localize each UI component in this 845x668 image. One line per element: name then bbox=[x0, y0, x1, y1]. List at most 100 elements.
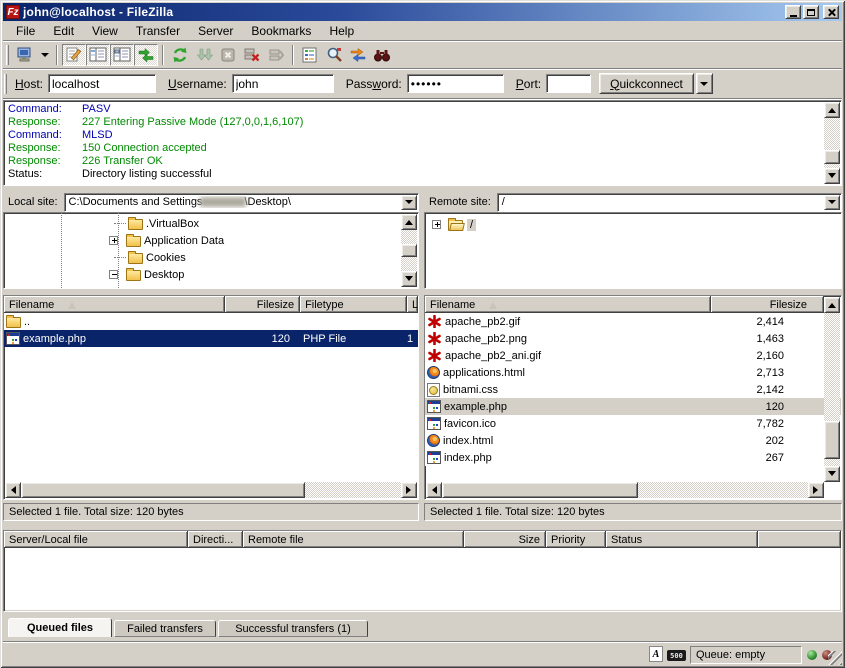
column-server-local-file[interactable]: Server/Local file bbox=[4, 531, 188, 548]
tree-item-application-data[interactable]: Application Data bbox=[4, 232, 418, 249]
local-file-list[interactable]: Filename Filesize Filetype L .. example.… bbox=[3, 295, 419, 500]
column-priority[interactable]: Priority bbox=[546, 531, 606, 548]
reconnect-button[interactable] bbox=[264, 44, 288, 66]
tree-item-cookies[interactable]: Cookies bbox=[4, 249, 418, 266]
disconnect-button[interactable] bbox=[240, 44, 264, 66]
tree-item-desktop[interactable]: Desktop bbox=[4, 266, 418, 283]
menu-help[interactable]: Help bbox=[320, 22, 363, 40]
file-row[interactable]: applications.html 2,713 bbox=[425, 364, 841, 381]
menu-file[interactable]: File bbox=[7, 22, 44, 40]
column-last-modified[interactable]: L bbox=[407, 296, 418, 313]
toggle-remote-tree-button[interactable] bbox=[110, 44, 134, 66]
column-size[interactable]: Size bbox=[464, 531, 546, 548]
file-row[interactable]: apache_pb2_ani.gif 2,160 bbox=[425, 347, 841, 364]
refresh-button[interactable] bbox=[168, 44, 192, 66]
remote-tree[interactable]: / bbox=[424, 212, 842, 289]
column-status[interactable]: Status bbox=[606, 531, 758, 548]
remote-file-list[interactable]: Filename Filesize apache_pb2.gif 2,414 a… bbox=[424, 295, 842, 500]
local-tree[interactable]: .VirtualBox Application Data Cookies Des… bbox=[3, 212, 419, 289]
quickconnect-dropdown-button[interactable] bbox=[696, 73, 713, 94]
scroll-right-button[interactable] bbox=[401, 482, 417, 498]
menu-edit[interactable]: Edit bbox=[44, 22, 83, 40]
scroll-up-button[interactable] bbox=[824, 297, 840, 313]
scrollbar-thumb[interactable] bbox=[21, 482, 305, 498]
maximize-button[interactable] bbox=[803, 5, 819, 19]
column-filename[interactable]: Filename bbox=[4, 296, 225, 313]
local-hscrollbar[interactable] bbox=[5, 482, 417, 498]
menu-bookmarks[interactable]: Bookmarks bbox=[242, 22, 320, 40]
column-filesize[interactable]: Filesize bbox=[225, 296, 300, 313]
scrollbar-thumb[interactable] bbox=[824, 421, 840, 459]
transfer-queue[interactable]: Server/Local file Directi... Remote file… bbox=[3, 530, 842, 612]
scroll-left-button[interactable] bbox=[5, 482, 21, 498]
host-input[interactable] bbox=[48, 74, 156, 93]
scroll-up-button[interactable] bbox=[401, 214, 417, 230]
remote-hscrollbar[interactable] bbox=[426, 482, 824, 498]
tab-failed-transfers[interactable]: Failed transfers bbox=[114, 620, 216, 637]
local-site-combo[interactable]: C:\Documents and Settings\Desktop\ bbox=[64, 193, 419, 212]
password-input[interactable] bbox=[407, 74, 504, 93]
file-row[interactable]: apache_pb2.gif 2,414 bbox=[425, 313, 841, 330]
quickconnect-button[interactable]: Quickconnect bbox=[599, 73, 694, 94]
column-filetype[interactable]: Filetype bbox=[300, 296, 407, 313]
process-queue-button[interactable] bbox=[192, 44, 216, 66]
collapse-icon[interactable] bbox=[109, 270, 118, 279]
menu-view[interactable]: View bbox=[83, 22, 127, 40]
local-site-dropdown-button[interactable] bbox=[401, 195, 417, 210]
file-row-example-php[interactable]: example.php 120 PHP File 1 bbox=[4, 330, 418, 347]
column-direction[interactable]: Directi... bbox=[188, 531, 243, 548]
scroll-down-button[interactable] bbox=[824, 168, 840, 184]
resize-grip[interactable] bbox=[828, 651, 842, 665]
column-filename[interactable]: Filename bbox=[425, 296, 711, 313]
filter-button[interactable] bbox=[298, 44, 322, 66]
port-input[interactable] bbox=[546, 74, 591, 93]
log-scrollbar[interactable] bbox=[824, 102, 840, 184]
toggle-local-tree-button[interactable] bbox=[86, 44, 110, 66]
scroll-down-button[interactable] bbox=[401, 271, 417, 287]
data-type-indicator-icon[interactable]: A bbox=[649, 646, 663, 662]
remote-site-dropdown-button[interactable] bbox=[824, 195, 840, 210]
toolbar-grip[interactable] bbox=[6, 45, 9, 65]
file-row-parent-dir[interactable]: .. bbox=[4, 313, 418, 330]
file-row[interactable]: favicon.ico 7,782 bbox=[425, 415, 841, 432]
remote-site-combo[interactable]: / bbox=[497, 193, 842, 212]
scroll-up-button[interactable] bbox=[824, 102, 840, 118]
tab-queued-files[interactable]: Queued files bbox=[8, 618, 112, 637]
toggle-transfer-queue-button[interactable] bbox=[134, 44, 158, 66]
site-manager-button[interactable] bbox=[13, 44, 37, 66]
column-remote-file[interactable]: Remote file bbox=[243, 531, 464, 548]
expand-icon[interactable] bbox=[432, 220, 441, 229]
file-row[interactable]: apache_pb2.png 1,463 bbox=[425, 330, 841, 347]
synchronized-browsing-button[interactable] bbox=[346, 44, 370, 66]
minimize-button[interactable] bbox=[785, 5, 801, 19]
file-row[interactable]: index.html 202 bbox=[425, 432, 841, 449]
expand-icon[interactable] bbox=[109, 236, 118, 245]
speed-limit-indicator-icon[interactable]: 500 bbox=[667, 650, 686, 661]
username-input[interactable] bbox=[232, 74, 334, 93]
column-filesize[interactable]: Filesize bbox=[711, 296, 824, 313]
tree-item-root[interactable]: / bbox=[425, 216, 841, 233]
message-log[interactable]: Command:PASV Response:227 Entering Passi… bbox=[3, 100, 842, 186]
find-files-button[interactable] bbox=[370, 44, 394, 66]
scroll-down-button[interactable] bbox=[824, 466, 840, 482]
menu-transfer[interactable]: Transfer bbox=[127, 22, 189, 40]
cancel-button[interactable] bbox=[216, 44, 240, 66]
site-manager-dropdown-button[interactable] bbox=[37, 44, 52, 66]
local-tree-scrollbar[interactable] bbox=[401, 214, 417, 287]
queue-list[interactable] bbox=[5, 548, 840, 610]
menu-server[interactable]: Server bbox=[189, 22, 242, 40]
remote-vscrollbar[interactable] bbox=[824, 297, 840, 482]
close-button[interactable] bbox=[823, 5, 839, 19]
file-row[interactable]: bitnami.css 2,142 bbox=[425, 381, 841, 398]
scroll-left-button[interactable] bbox=[426, 482, 442, 498]
quickconnect-grip[interactable] bbox=[4, 74, 7, 94]
scrollbar-thumb[interactable] bbox=[824, 150, 840, 164]
tab-successful-transfers[interactable]: Successful transfers (1) bbox=[218, 620, 368, 637]
scroll-right-button[interactable] bbox=[808, 482, 824, 498]
directory-comparison-button[interactable] bbox=[322, 44, 346, 66]
toggle-message-log-button[interactable] bbox=[62, 44, 86, 66]
file-row-example-php[interactable]: example.php 120 bbox=[425, 398, 841, 415]
scrollbar-thumb[interactable] bbox=[401, 244, 417, 257]
tree-item-virtualbox[interactable]: .VirtualBox bbox=[4, 215, 418, 232]
file-row[interactable]: index.php 267 bbox=[425, 449, 841, 466]
